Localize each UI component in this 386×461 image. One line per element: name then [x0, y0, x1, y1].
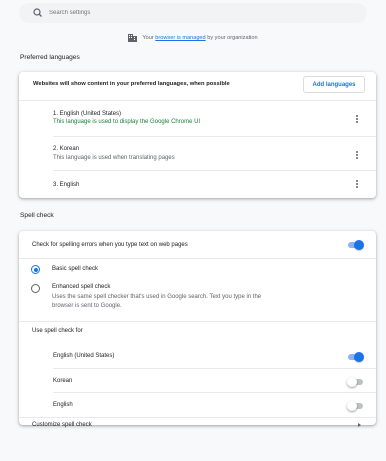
search-icon [33, 8, 42, 17]
language-item: 3. English [19, 173, 376, 197]
customize-spell-check-label: Customize spell check [32, 422, 92, 428]
search-bar[interactable] [19, 3, 367, 23]
spell-check-title: Spell check [20, 212, 54, 219]
divider [19, 100, 376, 101]
add-languages-button[interactable]: Add languages [303, 76, 365, 93]
spell-language-name: English [53, 402, 73, 408]
divider [53, 136, 376, 137]
spell-check-row[interactable]: Check for spelling errors when you type … [19, 231, 376, 255]
spell-language-row[interactable]: English [19, 395, 376, 415]
basic-spell-check-label: Basic spell check [52, 266, 99, 272]
basic-spell-check-radio[interactable] [31, 265, 40, 274]
spell-language-toggle[interactable] [347, 352, 364, 362]
spell-language-row[interactable]: Korean [19, 371, 376, 391]
divider [53, 392, 376, 393]
more-vert-icon[interactable] [354, 114, 360, 126]
languages-header-row: Websites will show content in your prefe… [19, 72, 376, 98]
language-name: 2. Korean [53, 146, 80, 152]
divider [19, 258, 376, 259]
more-vert-icon[interactable] [354, 179, 360, 191]
more-vert-icon[interactable] [354, 150, 360, 162]
enhanced-spell-check-desc: browser is sent to Google. [52, 303, 122, 309]
language-item: 1. English (United States) This language… [19, 106, 376, 134]
enhanced-spell-check-desc: Uses the same spell checker that's used … [52, 294, 262, 300]
spell-language-name: Korean [53, 378, 73, 384]
managed-suffix: by your organization [207, 35, 258, 41]
arrow-right-icon[interactable] [358, 423, 361, 427]
spell-language-toggle[interactable] [347, 377, 364, 387]
spell-language-name: English (United States) [53, 353, 115, 359]
language-note: This language is used when translating p… [53, 155, 175, 161]
spell-check-card: Check for spelling errors when you type … [19, 231, 376, 428]
language-name: 1. English (United States) [53, 111, 122, 117]
managed-prefix: Your [142, 35, 154, 41]
spell-check-label: Check for spelling errors when you type … [32, 242, 188, 248]
use-spell-check-for-label: Use spell check for [32, 328, 83, 334]
spell-language-row[interactable]: English (United States) [19, 346, 376, 366]
divider [53, 368, 376, 369]
language-name: 3. English [53, 182, 80, 188]
managed-link[interactable]: browser is managed [155, 35, 205, 41]
enhanced-spell-check-label: Enhanced spell check [52, 284, 111, 290]
spell-language-toggle[interactable] [347, 401, 364, 411]
language-item: 2. Korean This language is used when tra… [19, 139, 376, 169]
spell-check-toggle[interactable] [347, 240, 364, 250]
building-icon [128, 34, 138, 42]
managed-notice: Your browser is managed by your organiza… [0, 34, 386, 42]
basic-spell-check-option[interactable]: Basic spell check [19, 261, 376, 279]
enhanced-spell-check-radio[interactable] [31, 284, 40, 293]
languages-card: Websites will show content in your prefe… [19, 72, 376, 198]
divider [53, 170, 376, 171]
language-note: This language is used to display the Goo… [53, 119, 201, 125]
divider [19, 417, 376, 418]
divider [19, 321, 376, 322]
customize-spell-check-row[interactable]: Customize spell check [19, 419, 376, 443]
preferred-languages-title: Preferred languages [20, 54, 80, 61]
enhanced-spell-check-option[interactable]: Enhanced spell check Uses the same spell… [19, 279, 376, 319]
search-input[interactable] [49, 10, 349, 16]
languages-header-text: Websites will show content in your prefe… [33, 81, 230, 87]
